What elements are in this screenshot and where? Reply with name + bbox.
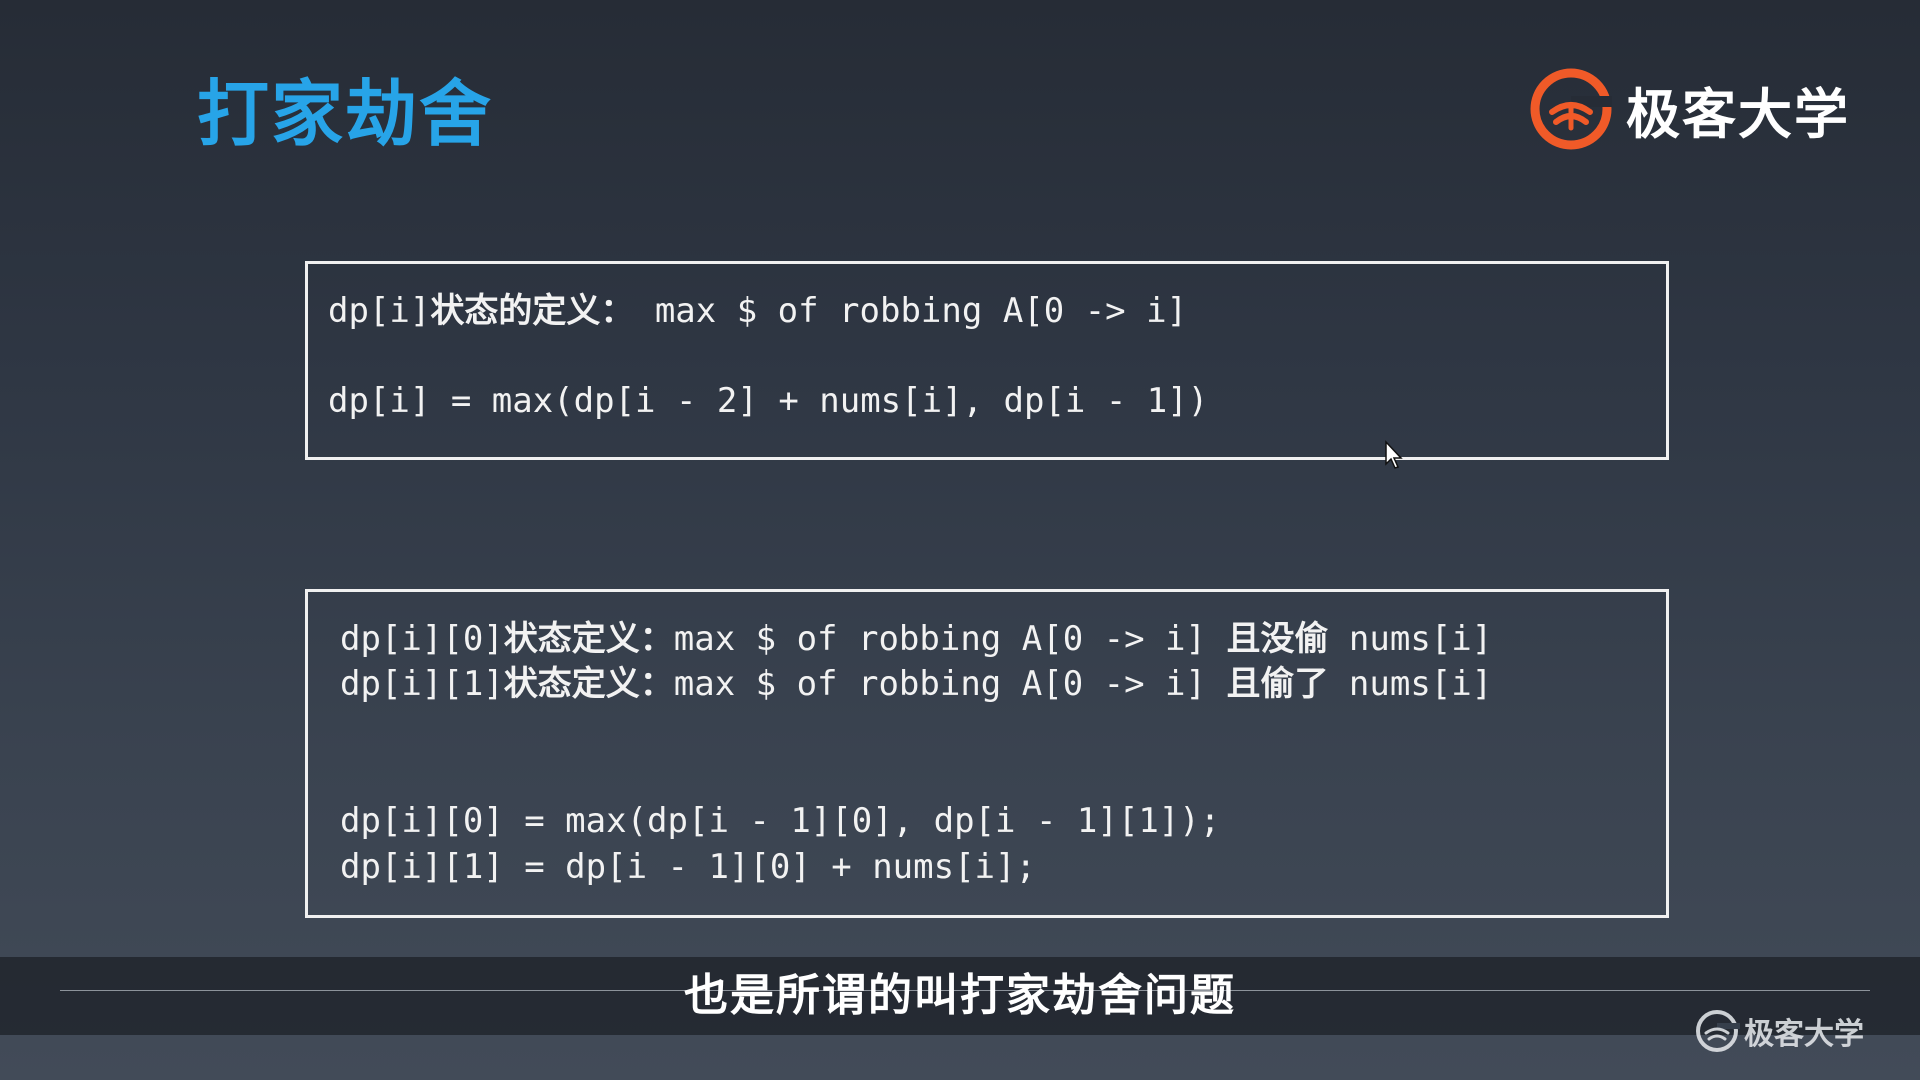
definition-label: 状态的定义： bbox=[430, 291, 635, 331]
two-dimensional-state-box: dp[i][0]状态定义：max $ of robbing A[0 -> i] … bbox=[305, 589, 1669, 918]
definition-note: 且偷了 bbox=[1226, 664, 1329, 704]
definition-suffix: nums[i] bbox=[1328, 664, 1493, 704]
dp-prefix: dp[i][1] bbox=[340, 664, 504, 704]
definition-label: 状态定义： bbox=[503, 664, 674, 704]
video-subtitle: 也是所谓的叫打家劫舍问题 bbox=[684, 970, 1236, 1021]
watermark-name: 极客大学 bbox=[1744, 1017, 1864, 1052]
geekbang-logo-icon bbox=[1696, 1010, 1740, 1052]
slide-title: 打家劫舍 bbox=[197, 72, 494, 156]
state-definition-not-robbed: dp[i][0]状态定义：max $ of robbing A[0 -> i] … bbox=[340, 622, 1492, 656]
definition-text: max $ of robbing A[0 -> i] bbox=[634, 291, 1188, 331]
transition-equation-robbed: dp[i][1] = dp[i - 1][0] + nums[i]; bbox=[340, 847, 1036, 887]
dp-prefix: dp[i] bbox=[328, 291, 431, 331]
state-definition-line: dp[i]状态的定义： max $ of robbing A[0 -> i] bbox=[328, 294, 1187, 328]
definition-text: max $ of robbing A[0 -> i] bbox=[673, 664, 1227, 704]
definition-suffix: nums[i] bbox=[1328, 619, 1493, 659]
brand-name: 极客大学 bbox=[1626, 82, 1850, 146]
brand: 极客大学 bbox=[1530, 66, 1850, 152]
definition-label: 状态定义： bbox=[503, 619, 674, 659]
geekbang-logo-icon bbox=[1530, 68, 1612, 150]
transition-equation: dp[i] = max(dp[i - 2] + nums[i], dp[i - … bbox=[328, 381, 1209, 421]
watermark: 极客大学 bbox=[1694, 1008, 1864, 1054]
state-definition-robbed: dp[i][1]状态定义：max $ of robbing A[0 -> i] … bbox=[340, 667, 1492, 701]
definition-note: 且没偷 bbox=[1226, 619, 1329, 659]
definition-text: max $ of robbing A[0 -> i] bbox=[673, 619, 1227, 659]
state-definition-box: dp[i]状态的定义： max $ of robbing A[0 -> i] d… bbox=[305, 261, 1669, 460]
mouse-cursor-icon bbox=[1385, 440, 1403, 469]
dp-prefix: dp[i][0] bbox=[340, 619, 504, 659]
transition-equation-not-robbed: dp[i][0] = max(dp[i - 1][0], dp[i - 1][1… bbox=[340, 801, 1221, 841]
